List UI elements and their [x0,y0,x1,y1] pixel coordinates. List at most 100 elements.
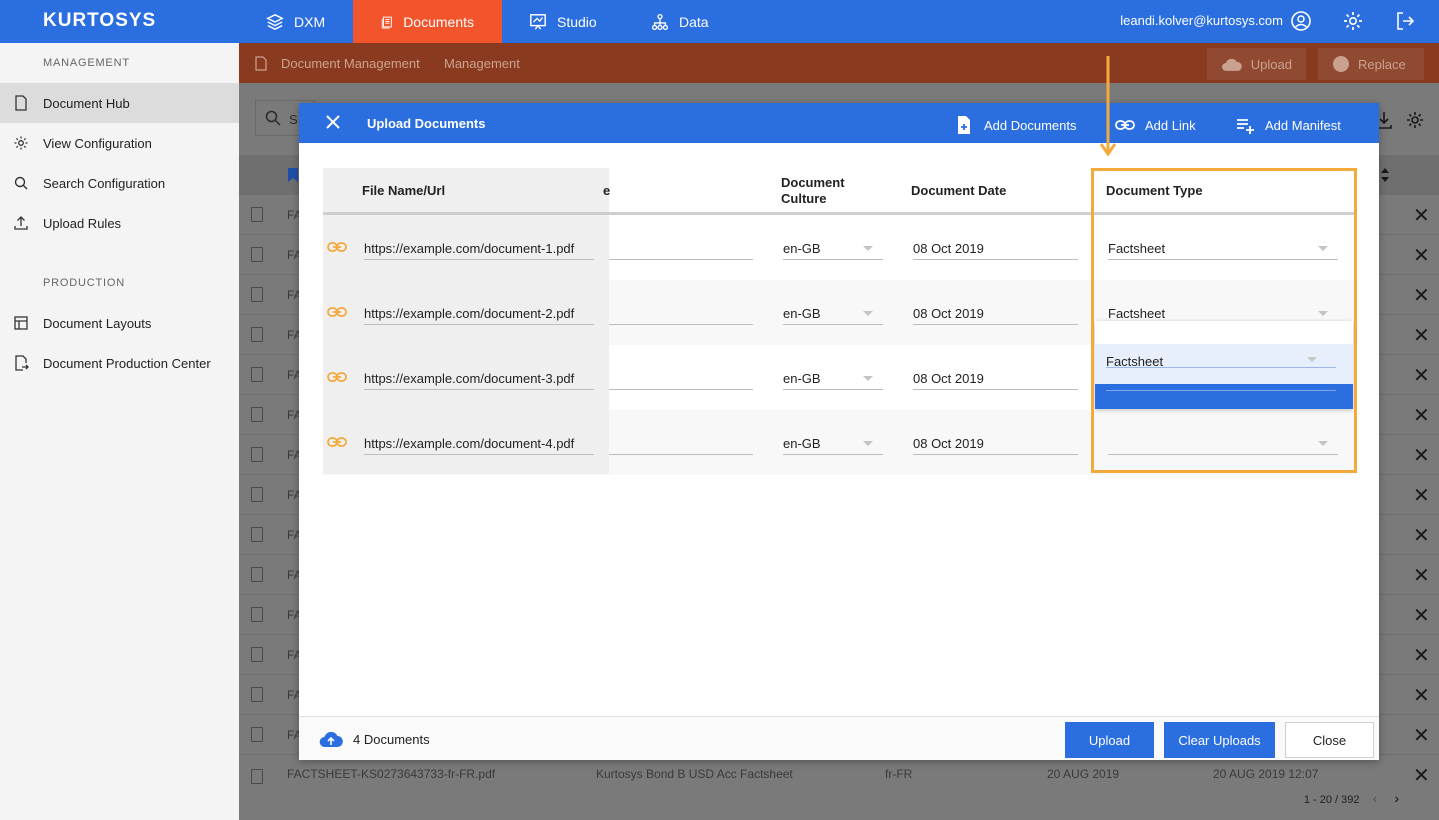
clear-uploads-button[interactable]: Clear Uploads [1164,722,1275,758]
file-icon [251,247,263,262]
breadcrumb-item[interactable]: Management [444,56,520,71]
table-row[interactable]: FACTSHEET-KS0273643733-fr-FR.pdf Kurtosy… [239,755,1439,795]
culture-select[interactable]: en-GB [783,368,883,390]
nav-tab-studio[interactable]: Studio [529,0,625,43]
add-link-button[interactable]: Add Link [1115,115,1196,135]
close-icon[interactable]: ✕ [1413,643,1430,668]
layout-icon [14,316,28,330]
add-document-icon [958,116,970,134]
close-icon[interactable]: ✕ [1413,483,1430,508]
file-url-field[interactable]: https://example.com/document-3.pdf [364,368,594,390]
row-modified: 20 AUG 2019 12:07 [1213,767,1319,781]
close-icon[interactable]: ✕ [1413,323,1430,348]
sidebar-item-label: View Configuration [43,135,152,151]
close-icon[interactable]: ✕ [1413,723,1430,748]
upload-submit-button[interactable]: Upload [1065,722,1154,758]
chevron-right-icon[interactable]: › [1394,790,1399,806]
sort-icon[interactable] [1379,167,1391,183]
document-type-highlight [1091,168,1357,473]
nav-tab-dxm[interactable]: DXM [266,0,353,43]
column-header-title[interactable]: e [603,168,623,214]
close-icon[interactable]: ✕ [1413,283,1430,308]
section-label-management: MANAGEMENT [43,57,130,69]
logout-icon[interactable] [1394,10,1416,32]
column-header-file[interactable]: File Name/Url [362,168,582,214]
close-icon[interactable]: ✕ [1413,523,1430,548]
close-icon[interactable]: ✕ [1413,363,1430,388]
bookmark-icon[interactable] [287,167,299,183]
file-icon [251,407,263,422]
link-icon [327,242,347,252]
playlist-add-icon [1237,119,1254,134]
replace-button[interactable]: Replace [1318,48,1424,80]
file-icon [251,769,263,784]
date-field[interactable]: 08 Oct 2019 [913,303,1078,325]
sidebar-item-upload-rules[interactable]: Upload Rules [0,203,239,243]
sidebar-item-document-production-center[interactable]: Document Production Center [0,343,239,383]
link-icon [327,372,347,382]
layers-icon [266,13,284,30]
sidebar-item-document-hub[interactable]: Document Hub [0,83,239,123]
chevron-left-icon[interactable]: ‹ [1373,790,1378,806]
gear-icon[interactable] [1405,110,1425,130]
close-icon[interactable]: ✕ [1413,443,1430,468]
sitemap-icon [651,13,669,30]
date-field[interactable]: 08 Oct 2019 [913,433,1078,455]
document-title-field[interactable] [609,303,753,325]
upload-icon [14,216,28,230]
file-icon [251,687,263,702]
column-header-date[interactable]: Document Date [911,168,1051,214]
kurtosys-logo[interactable]: KURTOSYS [43,10,156,32]
add-documents-button[interactable]: Add Documents [954,115,1077,135]
culture-select[interactable]: en-GB [783,433,883,455]
culture-select[interactable]: en-GB [783,303,883,325]
close-button[interactable]: Close [1285,722,1374,758]
column-header-culture[interactable]: Document Culture [781,168,861,214]
user-email: leandi.kolver@kurtosys.com [1120,13,1283,28]
close-icon[interactable]: ✕ [1413,563,1430,588]
upload-button[interactable]: Upload [1207,48,1306,80]
close-icon[interactable]: ✕ [1413,243,1430,268]
sidebar-item-label: Document Layouts [43,315,152,331]
breadcrumb-item[interactable]: Document Management [281,56,420,71]
cloud-upload-icon [1221,58,1242,71]
add-manifest-label: Add Manifest [1265,117,1341,133]
document-title-field[interactable] [609,433,753,455]
date-field[interactable]: 08 Oct 2019 [913,238,1078,260]
document-title-field[interactable] [609,368,753,390]
gear-icon[interactable] [1342,10,1364,32]
file-icon [251,527,263,542]
close-icon[interactable]: ✕ [1413,763,1430,788]
culture-select[interactable]: en-GB [783,238,883,260]
file-url-field[interactable]: https://example.com/document-1.pdf [364,238,594,260]
nav-tab-label: DXM [294,13,326,30]
breadcrumb: Document Management Management Upload Re… [239,43,1439,83]
upload-documents-modal: Upload Documents Add Documents Add Link … [299,103,1379,760]
nav-tab-documents[interactable]: Documents [353,0,502,43]
file-icon [251,487,263,502]
document-icon [255,56,267,71]
document-export-icon [15,355,29,371]
nav-tab-label: Documents [403,13,474,30]
replace-button-label: Replace [1358,56,1406,72]
section-label-production: PRODUCTION [43,277,125,289]
sidebar-item-search-configuration[interactable]: Search Configuration [0,163,239,203]
document-count: 4 Documents [353,732,430,747]
sidebar-item-view-configuration[interactable]: View Configuration [0,123,239,163]
close-icon[interactable]: ✕ [1413,683,1430,708]
file-url-field[interactable]: https://example.com/document-4.pdf [364,433,594,455]
sidebar-item-document-layouts[interactable]: Document Layouts [0,303,239,343]
close-icon[interactable]: ✕ [1413,203,1430,228]
file-url-field[interactable]: https://example.com/document-2.pdf [364,303,594,325]
documents-icon [381,16,392,29]
document-title-field[interactable] [609,238,753,260]
close-icon[interactable] [325,114,341,130]
add-manifest-button[interactable]: Add Manifest [1235,115,1341,135]
close-icon[interactable]: ✕ [1413,403,1430,428]
nav-tab-data[interactable]: Data [651,0,737,43]
close-icon[interactable]: ✕ [1413,603,1430,628]
date-field[interactable]: 08 Oct 2019 [913,368,1078,390]
link-icon [327,437,347,447]
user-account-icon[interactable] [1290,10,1312,32]
annotation-arrow-icon [1100,56,1116,157]
